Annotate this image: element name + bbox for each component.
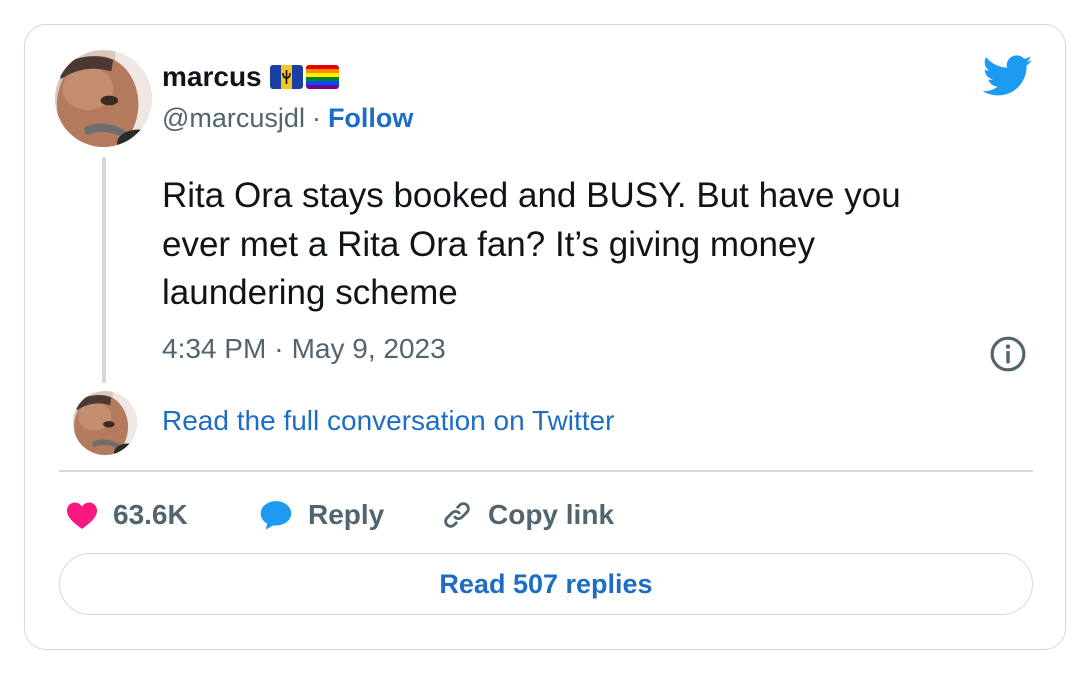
copy-link-button[interactable]: Copy link <box>440 495 614 535</box>
tweet-card: marcus @marcusjdl · Follow Rita Ora stay… <box>24 24 1066 650</box>
separator-dot: · <box>311 103 321 133</box>
barbados-flag-icon <box>269 65 303 89</box>
thread-line <box>102 157 106 383</box>
read-replies-label: Read 507 replies <box>439 568 653 599</box>
author-name-row: marcus <box>162 61 339 93</box>
author-handle[interactable]: @marcusjdl <box>162 103 305 134</box>
conversation-avatar[interactable] <box>73 391 137 455</box>
author-display-name[interactable]: marcus <box>162 61 262 93</box>
read-full-conversation-link[interactable]: Read the full conversation on Twitter <box>162 405 614 437</box>
follow-link[interactable]: Follow <box>328 103 413 134</box>
tweet-timestamp[interactable]: 4:34 PM · May 9, 2023 <box>162 333 446 365</box>
info-icon[interactable] <box>989 335 1027 373</box>
author-avatar[interactable] <box>55 50 152 147</box>
reply-button[interactable]: Reply <box>258 495 384 535</box>
tweet-text: Rita Ora stays booked and BUSY. But have… <box>162 176 901 312</box>
rainbow-pride-flag-icon <box>305 65 339 89</box>
twitter-bird-icon[interactable] <box>983 55 1033 97</box>
tweet-time: 4:34 PM <box>162 333 267 364</box>
divider <box>59 470 1033 472</box>
link-icon <box>444 502 470 528</box>
tweet-date: May 9, 2023 <box>291 333 446 364</box>
timestamp-separator: · <box>274 333 284 364</box>
like-button[interactable]: 63.6K <box>65 495 188 535</box>
copy-link-label: Copy link <box>488 499 615 530</box>
author-handle-row: @marcusjdl · Follow <box>162 103 413 134</box>
like-count: 63.6K <box>113 499 188 530</box>
reply-label: Reply <box>308 499 385 530</box>
speech-bubble-icon <box>260 501 292 530</box>
flag-emojis <box>269 65 339 89</box>
read-replies-button[interactable]: Read 507 replies <box>59 553 1033 615</box>
heart-icon <box>67 502 97 529</box>
